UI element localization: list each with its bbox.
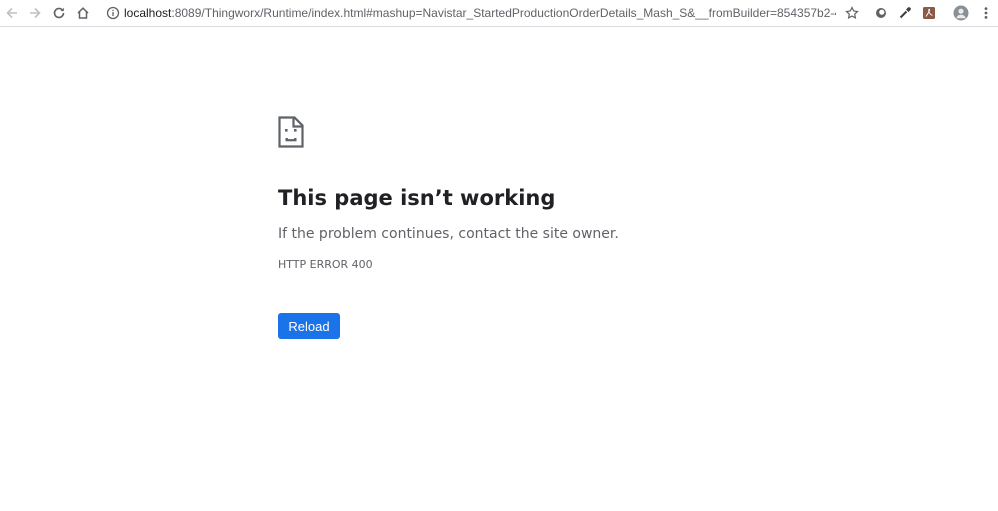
pdf-extension-icon[interactable] [920, 4, 938, 22]
reload-icon[interactable] [50, 4, 68, 22]
back-arrow-icon[interactable] [3, 4, 21, 22]
kebab-menu-icon[interactable] [977, 4, 995, 22]
profile-avatar-icon[interactable] [952, 4, 970, 22]
forward-arrow-icon[interactable] [26, 4, 44, 22]
circle-extension-icon[interactable] [872, 4, 890, 22]
error-subtitle: If the problem continues, contact the si… [278, 226, 619, 242]
url-path: :8089/Thingworx/Runtime/index.html#mashu… [171, 6, 836, 20]
info-icon[interactable] [104, 4, 122, 22]
error-code: HTTP ERROR 400 [278, 258, 373, 271]
home-icon[interactable] [74, 4, 92, 22]
url-host: localhost [124, 6, 172, 20]
eyedropper-extension-icon[interactable] [896, 4, 914, 22]
reload-button[interactable]: Reload [278, 313, 340, 339]
sad-page-icon [278, 116, 304, 148]
browser-toolbar: localhost:8089/Thingworx/Runtime/index.h… [0, 0, 998, 27]
star-icon[interactable] [843, 4, 861, 22]
error-title: This page isn’t working [278, 186, 556, 210]
address-bar[interactable]: localhost:8089/Thingworx/Runtime/index.h… [124, 6, 836, 21]
